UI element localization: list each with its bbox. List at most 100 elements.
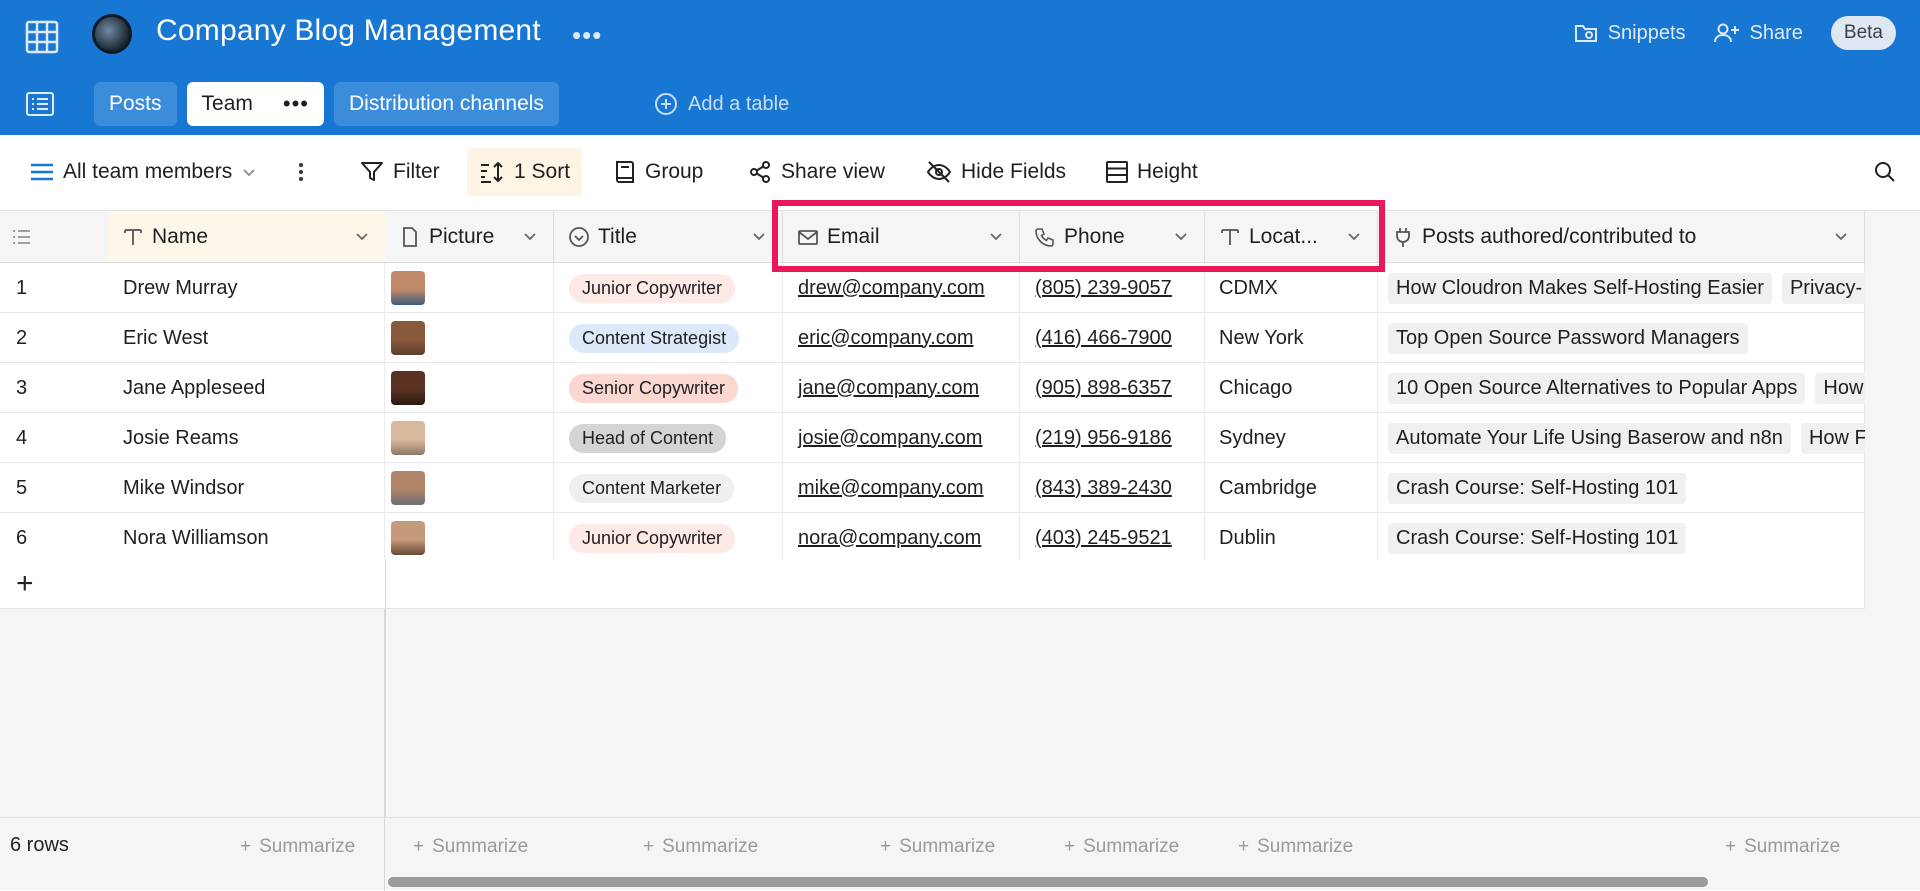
chevron-down-icon[interactable] xyxy=(1172,227,1190,245)
email-cell[interactable]: eric@company.com xyxy=(783,313,1020,363)
title-cell[interactable]: Head of Content xyxy=(554,413,783,463)
chevron-down-icon[interactable] xyxy=(750,227,768,245)
column-header-email[interactable]: Email xyxy=(783,211,1020,263)
chevron-down-icon[interactable] xyxy=(1345,227,1363,245)
hide-fields-button[interactable]: Hide Fields xyxy=(914,148,1078,196)
view-more-button[interactable] xyxy=(286,148,316,196)
avatar[interactable] xyxy=(391,471,425,505)
phone-cell[interactable]: (416) 466-7900 xyxy=(1020,313,1205,363)
email-link[interactable]: eric@company.com xyxy=(798,327,974,350)
email-link[interactable]: mike@company.com xyxy=(798,477,984,500)
summarize-posts[interactable]: + Summarize xyxy=(1725,836,1840,858)
linked-post-chip[interactable]: Top Open Source Password Managers xyxy=(1388,322,1748,354)
list-view-icon[interactable] xyxy=(26,92,54,116)
phone-link[interactable]: (843) 389-2430 xyxy=(1035,477,1172,500)
summarize-title[interactable]: + Summarize xyxy=(643,836,758,858)
linked-post-chip[interactable]: How F xyxy=(1800,422,1865,454)
app-more-menu-button[interactable]: ••• xyxy=(572,20,602,51)
linked-post-chip[interactable]: Crash Course: Self-Hosting 101 xyxy=(1388,522,1687,554)
location-cell[interactable]: Cambridge xyxy=(1205,463,1378,513)
linked-post-chip[interactable]: 10 Open Source Alternatives to Popular A… xyxy=(1388,372,1806,404)
table-row[interactable]: 5 Mike Windsor xyxy=(0,463,385,513)
title-cell[interactable]: Senior Copywriter xyxy=(554,363,783,413)
name-cell[interactable]: Drew Murray xyxy=(108,263,385,313)
linked-post-chip[interactable]: Privacy- xyxy=(1781,272,1865,304)
column-header-picture[interactable]: Picture xyxy=(385,211,554,263)
view-selector[interactable]: All team members xyxy=(18,148,269,196)
table-row[interactable]: Content Strategist eric@company.com (416) … xyxy=(385,313,1865,363)
filter-button[interactable]: Filter xyxy=(348,148,452,196)
phone-link[interactable]: (905) 898-6357 xyxy=(1035,377,1172,400)
location-cell[interactable]: New York xyxy=(1205,313,1378,363)
title-cell[interactable]: Content Strategist xyxy=(554,313,783,363)
avatar[interactable] xyxy=(391,521,425,555)
picture-cell[interactable] xyxy=(385,463,554,513)
sort-button[interactable]: 1 Sort xyxy=(467,148,583,196)
table-row[interactable]: 3 Jane Appleseed xyxy=(0,363,385,413)
tab-posts[interactable]: Posts xyxy=(94,82,177,126)
location-cell[interactable]: Sydney xyxy=(1205,413,1378,463)
posts-cell[interactable]: 10 Open Source Alternatives to Popular A… xyxy=(1378,363,1865,413)
add-row-button[interactable]: + xyxy=(16,567,34,601)
table-row[interactable]: Junior Copywriter nora@company.com (403) 2… xyxy=(385,513,1865,563)
chevron-down-icon[interactable] xyxy=(521,227,539,245)
share-button[interactable]: Share xyxy=(1713,22,1803,45)
column-header-posts[interactable]: Posts authored/contributed to xyxy=(1378,211,1865,263)
name-cell[interactable]: Mike Windsor xyxy=(108,463,385,513)
table-row[interactable]: Content Marketer mike@company.com (843) 38… xyxy=(385,463,1865,513)
posts-cell[interactable]: Top Open Source Password Managers xyxy=(1378,313,1865,363)
column-header-name[interactable]: Name xyxy=(108,211,385,263)
name-cell[interactable]: Jane Appleseed xyxy=(108,363,385,413)
snippets-button[interactable]: Snippets xyxy=(1574,22,1686,45)
email-cell[interactable]: drew@company.com xyxy=(783,263,1020,313)
chevron-down-icon[interactable] xyxy=(353,227,371,245)
email-link[interactable]: drew@company.com xyxy=(798,277,985,300)
linked-post-chip[interactable]: Automate Your Life Using Baserow and n8n xyxy=(1388,422,1791,454)
summarize-phone[interactable]: + Summarize xyxy=(1064,836,1179,858)
column-header-phone[interactable]: Phone xyxy=(1020,211,1205,263)
row-identifier-icon[interactable] xyxy=(12,228,32,246)
email-cell[interactable]: josie@company.com xyxy=(783,413,1020,463)
email-cell[interactable]: mike@company.com xyxy=(783,463,1020,513)
phone-cell[interactable]: (905) 898-6357 xyxy=(1020,363,1205,413)
phone-link[interactable]: (403) 245-9521 xyxy=(1035,527,1172,550)
picture-cell[interactable] xyxy=(385,263,554,313)
workspace-logo[interactable] xyxy=(92,14,132,54)
chevron-down-icon[interactable] xyxy=(987,227,1005,245)
phone-cell[interactable]: (403) 245-9521 xyxy=(1020,513,1205,563)
linked-post-chip[interactable]: How Cloudron Makes Self-Hosting Easier xyxy=(1388,272,1772,304)
posts-cell[interactable]: How Cloudron Makes Self-Hosting Easier Pr… xyxy=(1378,263,1865,313)
grid-apps-icon[interactable] xyxy=(24,19,60,55)
posts-cell[interactable]: Crash Course: Self-Hosting 101 xyxy=(1378,513,1865,563)
summarize-picture[interactable]: + Summarize xyxy=(413,836,528,858)
linked-post-chip[interactable]: Crash Course: Self-Hosting 101 xyxy=(1388,472,1687,504)
name-cell[interactable]: Eric West xyxy=(108,313,385,363)
chevron-down-icon[interactable] xyxy=(1832,227,1850,245)
table-row[interactable]: 6 Nora Williamson xyxy=(0,513,385,563)
row-height-button[interactable]: Height xyxy=(1094,148,1210,196)
email-link[interactable]: nora@company.com xyxy=(798,527,981,550)
table-row[interactable]: 2 Eric West xyxy=(0,313,385,363)
email-cell[interactable]: jane@company.com xyxy=(783,363,1020,413)
summarize-location[interactable]: + Summarize xyxy=(1238,836,1353,858)
name-cell[interactable]: Josie Reams xyxy=(108,413,385,463)
column-header-location[interactable]: Locat... xyxy=(1205,211,1378,263)
tab-distribution-channels[interactable]: Distribution channels xyxy=(334,82,559,126)
picture-cell[interactable] xyxy=(385,363,554,413)
phone-cell[interactable]: (219) 956-9186 xyxy=(1020,413,1205,463)
add-row[interactable]: + xyxy=(0,559,1865,609)
location-cell[interactable]: CDMX xyxy=(1205,263,1378,313)
beta-badge[interactable]: Beta xyxy=(1830,16,1896,50)
table-row[interactable]: Head of Content josie@company.com (219) 95… xyxy=(385,413,1865,463)
phone-cell[interactable]: (843) 389-2430 xyxy=(1020,463,1205,513)
name-cell[interactable]: Nora Williamson xyxy=(108,513,385,563)
posts-cell[interactable]: Crash Course: Self-Hosting 101 xyxy=(1378,463,1865,513)
phone-link[interactable]: (805) 239-9057 xyxy=(1035,277,1172,300)
search-button[interactable] xyxy=(1862,148,1908,196)
location-cell[interactable]: Chicago xyxy=(1205,363,1378,413)
picture-cell[interactable] xyxy=(385,413,554,463)
summarize-name[interactable]: + Summarize xyxy=(240,836,355,858)
table-row[interactable]: Junior Copywriter drew@company.com (805) 2… xyxy=(385,263,1865,313)
summarize-email[interactable]: + Summarize xyxy=(880,836,995,858)
table-row[interactable]: 4 Josie Reams xyxy=(0,413,385,463)
